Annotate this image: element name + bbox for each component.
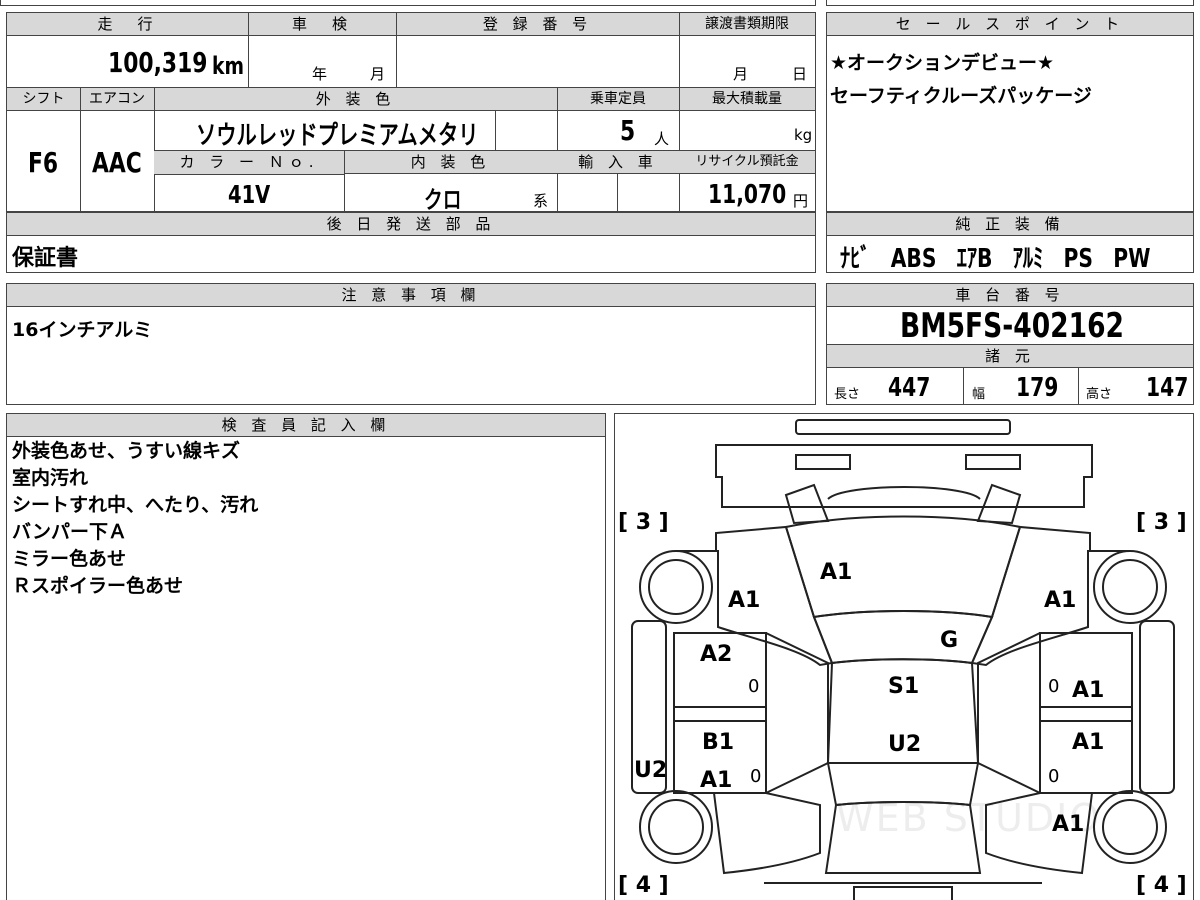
mark-right-front-door: A1 bbox=[1072, 678, 1105, 703]
sales-point-2: セーフティクルーズパッケージ bbox=[830, 85, 1092, 107]
mark-roof: S1 bbox=[888, 674, 920, 699]
vehicle-info-table bbox=[6, 12, 816, 212]
length-value: 447 bbox=[888, 373, 931, 403]
interior-color-value: クロ bbox=[424, 186, 462, 214]
import-header: 輸 入 車 bbox=[557, 151, 679, 174]
mileage-value: 100,319 bbox=[108, 46, 208, 79]
max-load-unit: kg bbox=[794, 126, 813, 144]
equipment-value: ﾅﾋﾞ ABS ｴｱB ｱﾙﾐ PS PW bbox=[840, 244, 1151, 274]
tire-rl-label: [ 4 ] bbox=[618, 873, 669, 898]
interior-suffix: 系 bbox=[533, 192, 549, 210]
transfer-month: 月 bbox=[733, 65, 749, 83]
mark-left-side: U2 bbox=[634, 758, 668, 783]
inspection-header: 車 検 bbox=[248, 13, 396, 36]
later-parts-header: 後 日 発 送 部 品 bbox=[7, 213, 815, 236]
inspector-line: 外装色あせ、うすい線キズ bbox=[12, 440, 241, 462]
tire-fl-label: [ 3 ] bbox=[618, 510, 669, 535]
capacity-value: 5 bbox=[620, 114, 636, 147]
shift-value: F6 bbox=[28, 146, 59, 179]
sales-points-box bbox=[826, 12, 1194, 212]
inspection-year: 年 bbox=[312, 65, 328, 83]
mark-right-front-fender: A1 bbox=[1044, 588, 1077, 613]
chassis-header: 車 台 番 号 bbox=[827, 284, 1193, 307]
mark-left-front-fender: A1 bbox=[728, 588, 761, 613]
inspector-line: 室内汚れ bbox=[12, 467, 89, 489]
equipment-header: 純 正 装 備 bbox=[827, 213, 1193, 236]
tire-rr-label: [ 4 ] bbox=[1136, 873, 1187, 898]
registration-header: 登 録 番 号 bbox=[396, 13, 679, 36]
max-load-header: 最大積載量 bbox=[679, 88, 815, 111]
capacity-unit: 人 bbox=[654, 130, 670, 148]
mark-left-rear-door-a: A1 bbox=[700, 768, 733, 793]
length-label: 長さ bbox=[834, 387, 861, 402]
top-strip bbox=[0, 0, 816, 6]
sales-points-header: セ ー ル ス ポ イ ン ト bbox=[827, 13, 1193, 36]
mark-left-rear-zero: 0 bbox=[750, 766, 762, 787]
recycle-unit: 円 bbox=[793, 192, 809, 210]
mileage-unit: km bbox=[212, 52, 244, 80]
height-value: 147 bbox=[1146, 373, 1189, 403]
capacity-header: 乗車定員 bbox=[557, 88, 679, 111]
mark-left-front-door: A2 bbox=[700, 642, 733, 667]
aircon-header: エアコン bbox=[80, 88, 154, 111]
color-no-value: 41V bbox=[228, 180, 271, 209]
recycle-header: リサイクル預託金 bbox=[679, 151, 815, 174]
mark-trunk: U2 bbox=[888, 732, 922, 757]
mileage-header: 走 行 bbox=[7, 13, 248, 36]
recycle-value: 11,070 bbox=[708, 180, 787, 210]
tire-fr-label: [ 3 ] bbox=[1136, 510, 1187, 535]
mark-left-rear-door-b: B1 bbox=[702, 730, 735, 755]
height-label: 高さ bbox=[1086, 387, 1113, 402]
mark-left-front-zero: 0 bbox=[748, 676, 760, 697]
width-value: 179 bbox=[1016, 373, 1059, 403]
specs-header: 諸 元 bbox=[827, 345, 1193, 368]
watermark: WEB STUDIO bbox=[836, 796, 1102, 840]
inspector-line: Ｒスポイラー色あせ bbox=[12, 575, 184, 597]
width-label: 幅 bbox=[972, 387, 986, 402]
inspector-header: 検 査 員 記 入 欄 bbox=[7, 414, 605, 437]
inspector-line: ミラー色あせ bbox=[12, 548, 127, 570]
inspector-line: バンパー下Ａ bbox=[12, 521, 127, 543]
mark-right-front-zero: 0 bbox=[1048, 676, 1060, 697]
exterior-color-header: 外 装 色 bbox=[154, 88, 557, 111]
color-no-header: カ ラ ー Ｎｏ. bbox=[154, 151, 344, 175]
aircon-value: AAC bbox=[92, 146, 142, 179]
inspector-notes: 外装色あせ、うすい線キズ 室内汚れ シートすれ中、へたり、汚れ バンパー下Ａ ミ… bbox=[12, 438, 258, 600]
inspector-line: シートすれ中、へたり、汚れ bbox=[12, 494, 259, 516]
inspection-month: 月 bbox=[370, 65, 386, 83]
interior-color-header: 内 装 色 bbox=[344, 151, 557, 174]
sales-point-1: ★オークションデビュー★ bbox=[830, 52, 1055, 74]
mark-hood: A1 bbox=[820, 560, 853, 585]
later-parts-value: 保証書 bbox=[12, 246, 79, 271]
mark-right-rear-door: A1 bbox=[1072, 730, 1105, 755]
chassis-value: BM5FS-402162 bbox=[900, 306, 1125, 346]
shift-header: シフト bbox=[7, 88, 80, 111]
transfer-header: 譲渡書類期限 bbox=[679, 13, 815, 36]
notes-value: 16インチアルミ bbox=[12, 319, 153, 341]
mark-windshield: G bbox=[940, 628, 959, 653]
notes-header: 注 意 事 項 欄 bbox=[7, 284, 815, 307]
exterior-color-value: ソウルレッドプレミアムメタリ bbox=[196, 121, 479, 151]
mark-right-rear-zero: 0 bbox=[1048, 766, 1060, 787]
top-strip-right bbox=[826, 0, 1194, 6]
transfer-day: 日 bbox=[792, 65, 808, 83]
